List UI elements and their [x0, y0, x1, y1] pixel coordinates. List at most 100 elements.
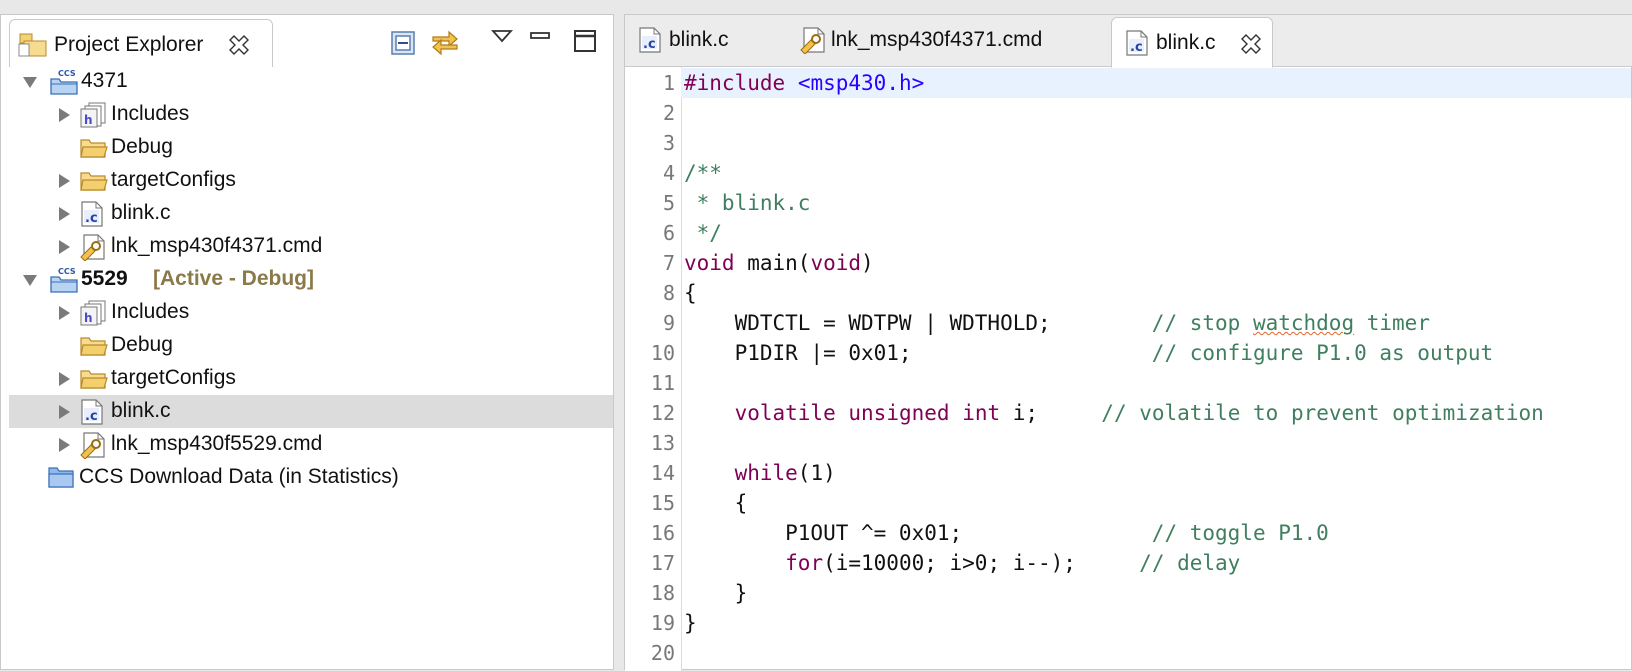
code-line[interactable]: */: [681, 218, 1631, 248]
folder-icon: [79, 167, 108, 195]
editor-tab[interactable]: .c blink.c: [625, 15, 785, 67]
code-token: {: [684, 491, 748, 515]
editor-tab[interactable]: lnk_msp430f4371.cmd: [787, 15, 1107, 67]
tree-item[interactable]: CCS 5529 [Active - Debug]: [9, 263, 613, 296]
code-line[interactable]: {: [681, 488, 1631, 518]
tree-item[interactable]: Debug: [9, 131, 613, 164]
code-line[interactable]: [681, 98, 1631, 128]
link-with-editor-icon[interactable]: [429, 27, 461, 64]
code-token: */: [684, 221, 722, 245]
code-line[interactable]: }: [681, 608, 1631, 638]
code-token: void: [810, 251, 862, 275]
line-number: 6: [662, 221, 675, 245]
editor-tab-bar: .c blink.c lnk_msp430f4371.cmd .c blink.c: [625, 15, 1632, 68]
code-line[interactable]: [681, 428, 1631, 458]
svg-text:CCS: CCS: [58, 267, 76, 276]
tree-item[interactable]: h Includes: [9, 296, 613, 329]
line-number: 7: [662, 251, 675, 275]
expand-closed-icon[interactable]: [59, 405, 70, 419]
expand-closed-icon[interactable]: [59, 438, 70, 452]
code-token: (i=10000; i>0; i--);: [823, 551, 1140, 575]
tree-item-label: Debug: [111, 333, 173, 356]
svg-text:CCS: CCS: [58, 69, 76, 78]
code-token: i;: [1000, 401, 1102, 425]
expand-open-icon[interactable]: [23, 77, 37, 88]
code-line[interactable]: WDTCTL = WDTPW | WDTHOLD; // stop watchd…: [681, 308, 1631, 338]
code-line[interactable]: {: [681, 278, 1631, 308]
ccs-project-icon: CCS: [49, 68, 78, 96]
code-line[interactable]: P1DIR |= 0x01; // configure P1.0 as outp…: [681, 338, 1631, 368]
code-line[interactable]: while(1): [681, 458, 1631, 488]
code-token: /**: [684, 161, 722, 185]
expand-closed-icon[interactable]: [59, 240, 70, 254]
expand-closed-icon[interactable]: [59, 108, 70, 122]
tree-item[interactable]: lnk_msp430f4371.cmd: [9, 230, 613, 263]
code-line[interactable]: /**: [681, 158, 1631, 188]
project-explorer-icon: [18, 32, 48, 63]
line-number: 17: [650, 551, 675, 575]
code-line[interactable]: [681, 128, 1631, 158]
code-token: watchdog: [1252, 311, 1355, 335]
tree-item[interactable]: targetConfigs: [9, 362, 613, 395]
code-token: <msp430.h>: [797, 71, 925, 95]
expand-open-icon[interactable]: [23, 275, 37, 286]
tree-item-label: 4371: [81, 69, 128, 92]
tree-item-label: 5529: [81, 267, 128, 290]
code-line[interactable]: }: [681, 578, 1631, 608]
tree-item[interactable]: lnk_msp430f5529.cmd: [9, 428, 613, 461]
code-token: P1OUT ^= 0x01;: [684, 521, 1152, 545]
tree-item-label: targetConfigs: [111, 366, 236, 389]
code-line[interactable]: [681, 638, 1631, 668]
code-line[interactable]: void main(void): [681, 248, 1631, 278]
line-number: 11: [650, 371, 675, 395]
collapse-all-icon[interactable]: [389, 29, 417, 62]
code-line[interactable]: P1OUT ^= 0x01; // toggle P1.0: [681, 518, 1631, 548]
line-number: 5: [662, 191, 675, 215]
tree-item[interactable]: Debug: [9, 329, 613, 362]
tree-item[interactable]: h Includes: [9, 98, 613, 131]
code-line[interactable]: #include <msp430.h>: [681, 68, 1631, 98]
tree-item[interactable]: .c blink.c: [9, 197, 613, 230]
active-build-config-label: [Active - Debug]: [153, 267, 315, 290]
code-token: ): [861, 251, 874, 275]
maximize-icon[interactable]: [573, 29, 597, 58]
line-number: 8: [662, 281, 675, 305]
code-line[interactable]: volatile unsigned int i; // volatile to …: [681, 398, 1631, 428]
minimize-icon[interactable]: [529, 29, 551, 48]
line-number: 15: [650, 491, 675, 515]
tree-item[interactable]: CCS 4371: [9, 65, 613, 98]
code-line[interactable]: * blink.c: [681, 188, 1631, 218]
code-token: // volatile to prevent optimization: [1101, 401, 1544, 425]
code-token: void: [684, 251, 735, 275]
expand-closed-icon[interactable]: [59, 306, 70, 320]
editor-tab-label: blink.c: [1156, 31, 1216, 54]
tree-item-label: blink.c: [111, 399, 171, 422]
expand-closed-icon[interactable]: [59, 372, 70, 386]
editor-tab-label: lnk_msp430f4371.cmd: [831, 28, 1043, 51]
code-editor[interactable]: #include <msp430.h> /** * blink.c */ void …: [681, 67, 1631, 671]
editor-tab[interactable]: .c blink.c: [1111, 17, 1273, 68]
c-file-icon: .c: [79, 200, 107, 228]
close-tab-icon[interactable]: [1240, 33, 1262, 55]
expand-closed-icon[interactable]: [59, 174, 70, 188]
project-explorer-tab[interactable]: Project Explorer: [9, 19, 273, 67]
expand-closed-icon[interactable]: [59, 207, 70, 221]
folder-icon: [79, 134, 108, 162]
close-icon[interactable]: [228, 34, 250, 56]
view-menu-icon[interactable]: [490, 29, 514, 48]
tree-item[interactable]: CCS Download Data (in Statistics): [9, 461, 613, 494]
folder-icon: [79, 365, 108, 393]
line-number: 9: [662, 311, 675, 335]
tree-item[interactable]: .c blink.c: [9, 395, 613, 428]
code-line[interactable]: [681, 368, 1631, 398]
code-token: main(: [734, 251, 811, 275]
code-token: // stop: [1151, 311, 1253, 335]
tree-item-label: Debug: [111, 135, 173, 158]
tree-item-label: lnk_msp430f4371.cmd: [111, 234, 323, 257]
tree-item[interactable]: targetConfigs: [9, 164, 613, 197]
code-line[interactable]: for(i=10000; i>0; i--); // delay: [681, 548, 1631, 578]
code-token: for: [785, 551, 824, 575]
